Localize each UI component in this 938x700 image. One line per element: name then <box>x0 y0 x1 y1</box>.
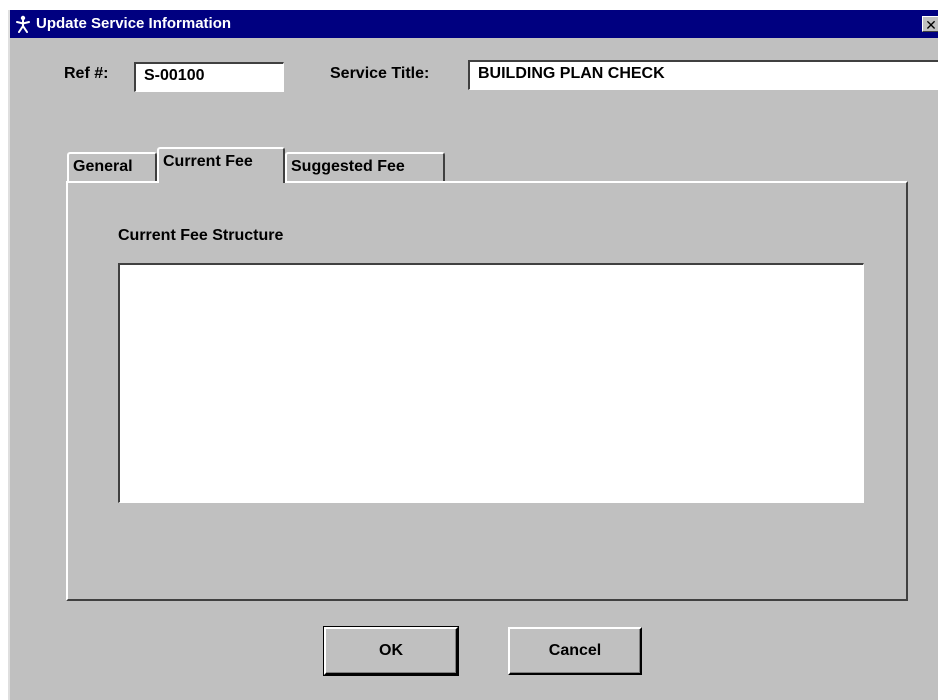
tab-label: Suggested Fee <box>291 158 405 175</box>
tab-label: Current Fee <box>163 153 253 170</box>
title-bar[interactable]: Update Service Information ✕ <box>10 10 938 38</box>
app-figure-icon <box>14 15 32 33</box>
close-button[interactable]: ✕ <box>922 16 938 33</box>
cancel-button[interactable]: Cancel <box>508 627 642 675</box>
close-icon: ✕ <box>925 17 937 33</box>
tab-general[interactable]: General <box>67 152 157 182</box>
tab-label: General <box>73 158 133 175</box>
current-fee-structure-textarea[interactable] <box>118 263 864 503</box>
window-title: Update Service Information <box>36 15 232 32</box>
current-fee-structure-heading: Current Fee Structure <box>118 227 284 244</box>
tab-suggested-fee[interactable]: Suggested Fee <box>285 152 445 182</box>
ok-button[interactable]: OK <box>323 626 459 676</box>
ref-label: Ref #: <box>64 65 109 82</box>
ref-number-field[interactable]: S-00100 <box>134 62 284 92</box>
current-fee-panel: Current Fee Structure <box>66 181 908 601</box>
tab-current-fee[interactable]: Current Fee <box>157 147 285 183</box>
service-title-field[interactable]: BUILDING PLAN CHECK <box>468 60 938 90</box>
update-service-dialog: Update Service Information ✕ Ref #: S-00… <box>8 10 938 700</box>
service-title-label: Service Title: <box>330 65 430 82</box>
